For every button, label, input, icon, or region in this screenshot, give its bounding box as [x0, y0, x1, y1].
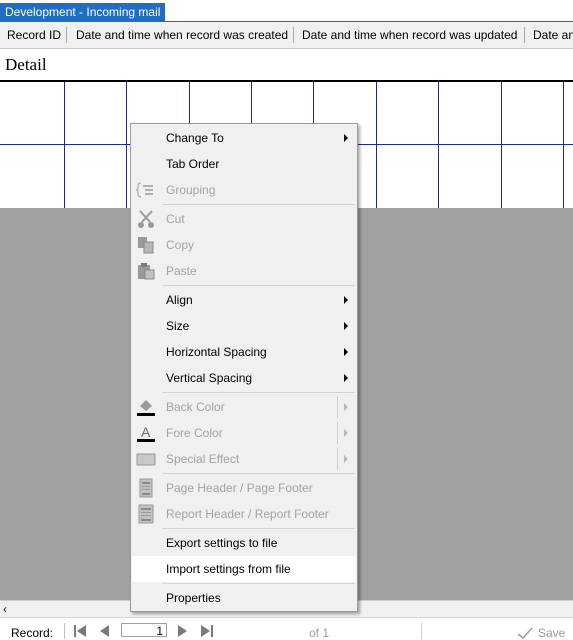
menu-item-label: Properties: [166, 591, 221, 605]
column-header-created[interactable]: Date and time when record was created: [76, 22, 288, 48]
menu-item-label: Export settings to file: [166, 536, 278, 550]
section-title: Detail: [5, 55, 47, 74]
menu-item-paste[interactable]: Paste: [132, 258, 356, 284]
menu-separator: [163, 285, 355, 286]
record-navigation-bar: Record: 1 of 1 Save: [0, 617, 573, 640]
previous-record-icon[interactable]: [98, 623, 112, 639]
grouping-icon: [136, 182, 153, 198]
menu-item-export-settings[interactable]: Export settings to file: [132, 530, 356, 556]
grid-line: [376, 82, 377, 208]
submenu-arrow-icon: [344, 374, 348, 382]
menu-item-cut[interactable]: Cut: [132, 206, 356, 232]
nav-separator: [64, 623, 65, 639]
column-header-bar: Record ID Date and time when record was …: [0, 22, 573, 49]
menu-item-copy[interactable]: Copy: [132, 232, 356, 258]
grid-line: [438, 82, 439, 208]
grid-line: [64, 82, 65, 208]
menu-item-label: Page Header / Page Footer: [166, 481, 313, 495]
menu-item-change-to[interactable]: Change To: [132, 125, 356, 151]
submenu-arrow-icon: [344, 296, 348, 304]
menu-item-label: Grouping: [166, 183, 216, 197]
menu-separator: [163, 392, 355, 393]
menu-item-fore-color[interactable]: A Fore Color: [132, 420, 356, 446]
menu-item-align[interactable]: Align: [132, 287, 356, 313]
menu-item-label: Copy: [166, 238, 195, 252]
column-separator: [66, 27, 67, 43]
current-record-value: 1: [156, 624, 163, 638]
menu-item-label: Back Color: [166, 400, 225, 414]
submenu-arrow-icon: [344, 455, 348, 463]
column-header-record-id[interactable]: Record ID: [7, 22, 61, 48]
scissors-icon: [138, 210, 154, 228]
font-color-icon: A: [137, 424, 155, 442]
menu-separator: [163, 204, 355, 205]
split-divider: [337, 448, 338, 470]
page-header-icon: [139, 478, 153, 498]
menu-item-back-color[interactable]: Back Color: [132, 394, 356, 420]
menu-item-label: Horizontal Spacing: [166, 345, 267, 359]
menu-item-vertical-spacing[interactable]: Vertical Spacing: [132, 365, 356, 391]
menu-item-import-settings[interactable]: Import settings from file: [132, 556, 356, 582]
menu-item-label: Report Header / Report Footer: [166, 507, 329, 521]
window-title-tab[interactable]: Development - Incoming mail: [0, 3, 166, 21]
column-separator: [524, 27, 525, 43]
save-button[interactable]: Save: [421, 623, 573, 640]
scroll-left-icon[interactable]: ‹: [3, 601, 7, 617]
special-effect-icon: [136, 453, 156, 466]
menu-item-label: Align: [166, 293, 193, 307]
grid-line: [126, 82, 127, 208]
menu-item-label: Import settings from file: [166, 562, 291, 576]
menu-item-label: Change To: [166, 131, 224, 145]
menu-item-horizontal-spacing[interactable]: Horizontal Spacing: [132, 339, 356, 365]
paint-bucket-icon: [137, 400, 155, 416]
submenu-arrow-icon: [344, 429, 348, 437]
context-menu: Change To Tab Order Grouping Cut Copy Pa…: [130, 123, 358, 612]
copy-icon: [138, 237, 154, 254]
submenu-arrow-icon: [344, 348, 348, 356]
column-header-updated[interactable]: Date and time when record was updated: [302, 22, 517, 48]
split-divider: [337, 422, 338, 444]
menu-item-special-effect[interactable]: Special Effect: [132, 446, 356, 472]
menu-item-label: Tab Order: [166, 157, 220, 171]
menu-item-label: Paste: [166, 264, 197, 278]
menu-separator: [163, 528, 355, 529]
split-divider: [337, 396, 338, 418]
menu-item-size[interactable]: Size: [132, 313, 356, 339]
menu-item-label: Special Effect: [166, 452, 240, 466]
detail-section-header[interactable]: Detail: [0, 49, 573, 82]
svg-text:A: A: [141, 424, 151, 440]
grid-line: [501, 82, 502, 208]
menu-separator: [163, 583, 355, 584]
menu-item-tab-order[interactable]: Tab Order: [132, 151, 356, 177]
paste-icon: [138, 263, 155, 280]
grid-line: [563, 82, 564, 208]
column-separator: [293, 27, 294, 43]
window-title: Development - Incoming mail: [5, 5, 161, 19]
submenu-arrow-icon: [344, 134, 348, 142]
column-header-date[interactable]: Date an: [533, 22, 573, 48]
menu-item-report-header-footer[interactable]: Report Header / Report Footer: [132, 501, 356, 527]
menu-item-label: Size: [166, 319, 190, 333]
menu-separator: [163, 473, 355, 474]
current-record-input[interactable]: 1: [121, 623, 167, 638]
menu-item-label: Vertical Spacing: [166, 371, 253, 385]
submenu-arrow-icon: [344, 403, 348, 411]
menu-item-label: Cut: [166, 212, 185, 226]
menu-item-label: Fore Color: [166, 426, 223, 440]
submenu-arrow-icon: [344, 322, 348, 330]
next-record-icon[interactable]: [175, 623, 189, 639]
last-record-icon[interactable]: [199, 623, 215, 639]
menu-item-grouping[interactable]: Grouping: [132, 177, 356, 203]
report-header-icon: [138, 504, 154, 524]
menu-item-properties[interactable]: Properties: [132, 585, 356, 611]
menu-item-page-header-footer[interactable]: Page Header / Page Footer: [132, 475, 356, 501]
first-record-icon[interactable]: [72, 623, 88, 639]
